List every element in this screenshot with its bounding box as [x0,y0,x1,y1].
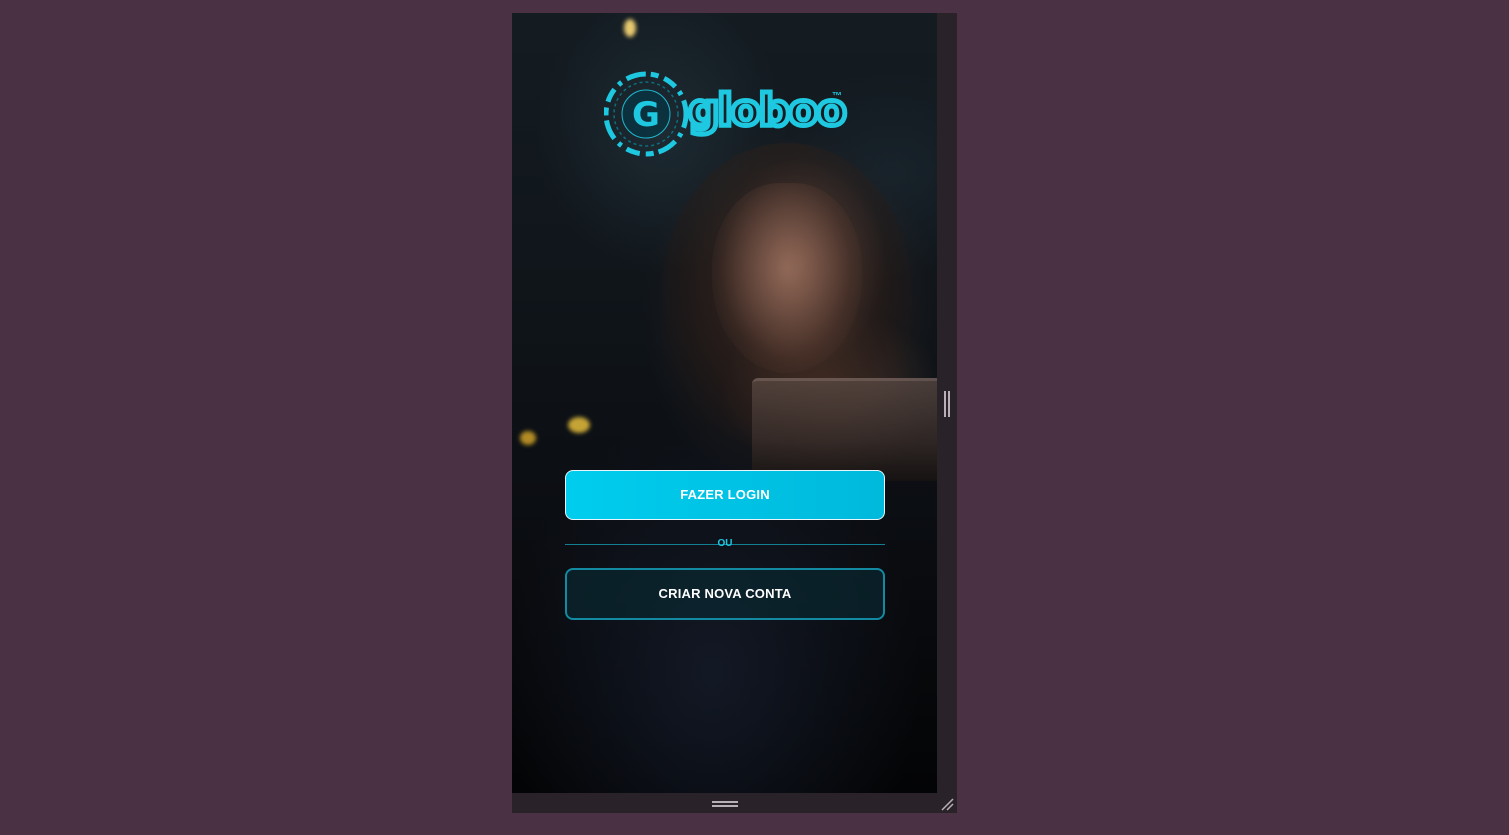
login-button[interactable]: FAZER LOGIN [565,470,885,520]
background-bokeh-light [568,417,590,433]
background-bokeh-light [520,431,536,445]
app-viewport: G globoo ™ FAZER LOGIN OU CRIAR NOVA CON… [512,13,937,793]
brand-name: globoo [686,83,850,139]
brand-logo: G globoo ™ [604,71,854,161]
or-divider: OU [565,536,885,552]
background-photo-face [712,183,862,373]
horizontal-resize-handle-icon[interactable] [712,801,738,807]
background-photo-tablet [752,378,937,481]
trademark-symbol: ™ [832,91,842,102]
device-emulator-frame: G globoo ™ FAZER LOGIN OU CRIAR NOVA CON… [512,13,957,813]
background-bokeh-light [624,19,636,37]
vertical-resize-handle-icon[interactable] [944,391,950,417]
create-account-button[interactable]: CRIAR NOVA CONTA [565,568,885,620]
corner-resize-grip-icon[interactable] [940,797,954,811]
logo-mark-letter: G [632,95,660,135]
divider-label: OU [717,538,733,549]
globoo-g-logo-icon: G [604,71,689,157]
